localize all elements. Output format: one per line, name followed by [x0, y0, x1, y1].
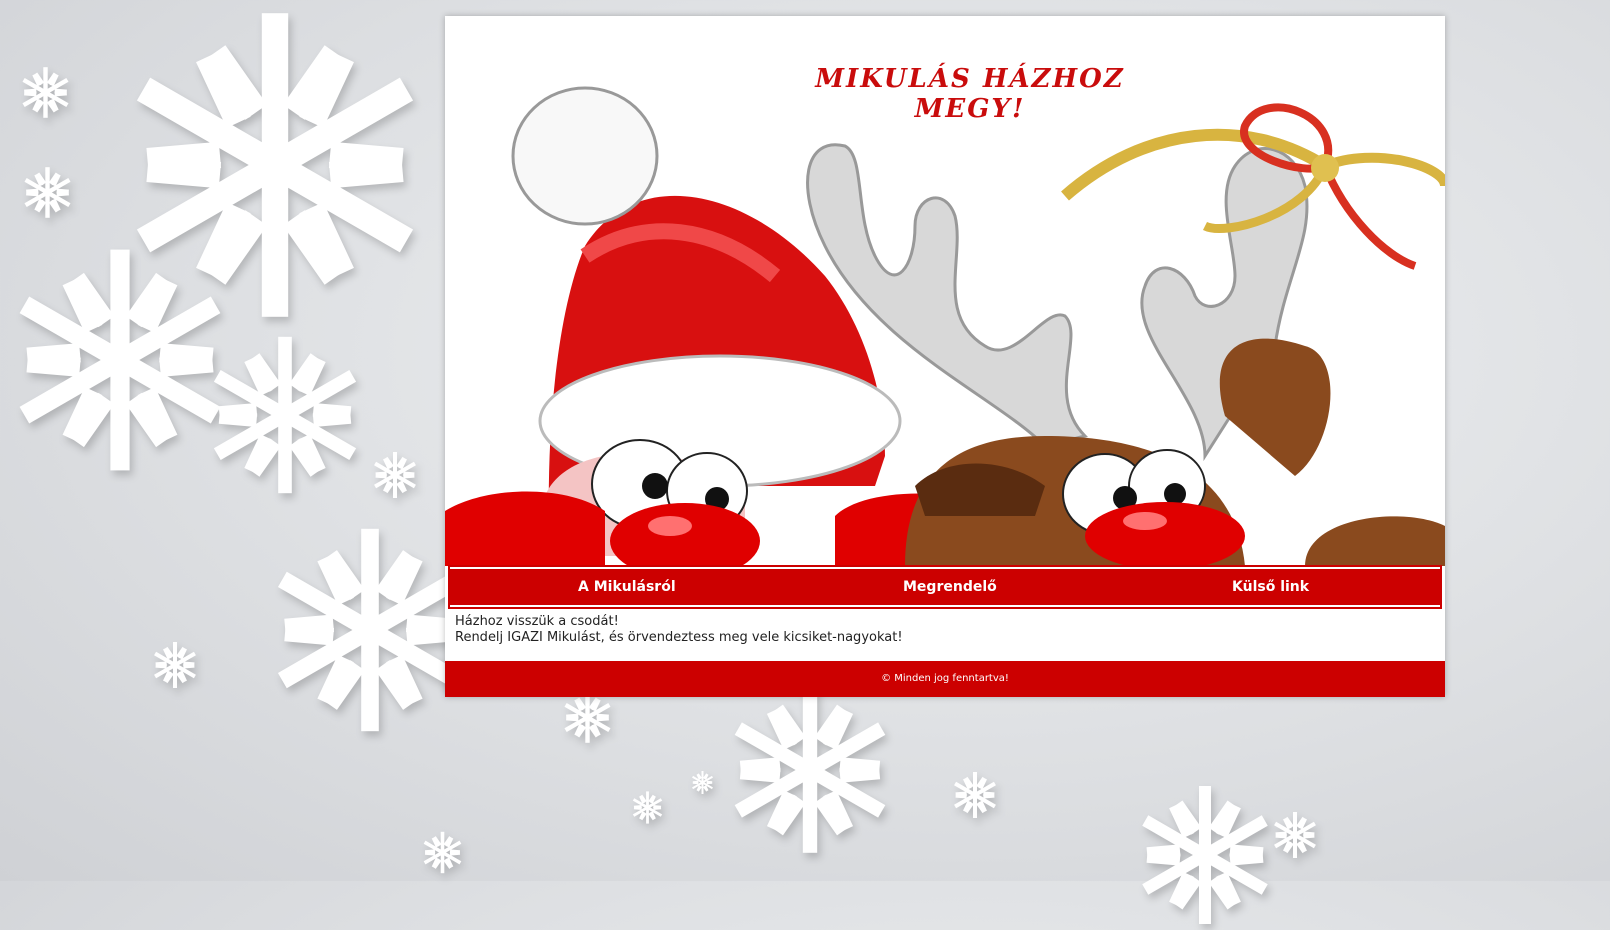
- content-line-2: Rendelj IGAZI Mikulást, és örvendeztess …: [455, 630, 903, 645]
- snowflake-icon: [18, 65, 73, 120]
- snowflake-icon: [200, 330, 370, 500]
- nav-bar: A Mikulásról Megrendelő Külső link: [450, 567, 1440, 607]
- footer: © Minden jog fenntartva!: [445, 661, 1445, 697]
- nav-link-about-santa[interactable]: A Mikulásról: [578, 579, 676, 595]
- snowflake-icon: [950, 770, 1000, 820]
- content-line-1: Házhoz visszük a csodát!: [455, 614, 619, 629]
- nav-link-external[interactable]: Külső link: [1232, 579, 1309, 595]
- snowflake-icon: [1130, 780, 1280, 930]
- snowflake-icon: [1270, 810, 1320, 860]
- nav-link-order[interactable]: Megrendelő: [903, 579, 997, 595]
- copyright-text: © Minden jog fenntartva!: [881, 673, 1009, 684]
- header-banner: MIKULÁS HÁZHOZ MEGY!: [445, 16, 1445, 566]
- snowflake-icon: [690, 770, 715, 795]
- snowflake-icon: [630, 790, 665, 825]
- main-content: Házhoz visszük a csodát! Rendelj IGAZI M…: [455, 614, 1435, 646]
- snowflake-icon: [20, 165, 75, 220]
- snowflake-icon: [150, 640, 200, 690]
- snowflake-icon: [720, 680, 900, 860]
- snowflake-icon: [370, 450, 420, 500]
- page-container: MIKULÁS HÁZHOZ MEGY! A Mikulásról Megren…: [445, 16, 1445, 697]
- snowflake-icon: [420, 830, 465, 875]
- snowflake-icon: [560, 690, 615, 745]
- page-title: MIKULÁS HÁZHOZ MEGY!: [815, 64, 1125, 124]
